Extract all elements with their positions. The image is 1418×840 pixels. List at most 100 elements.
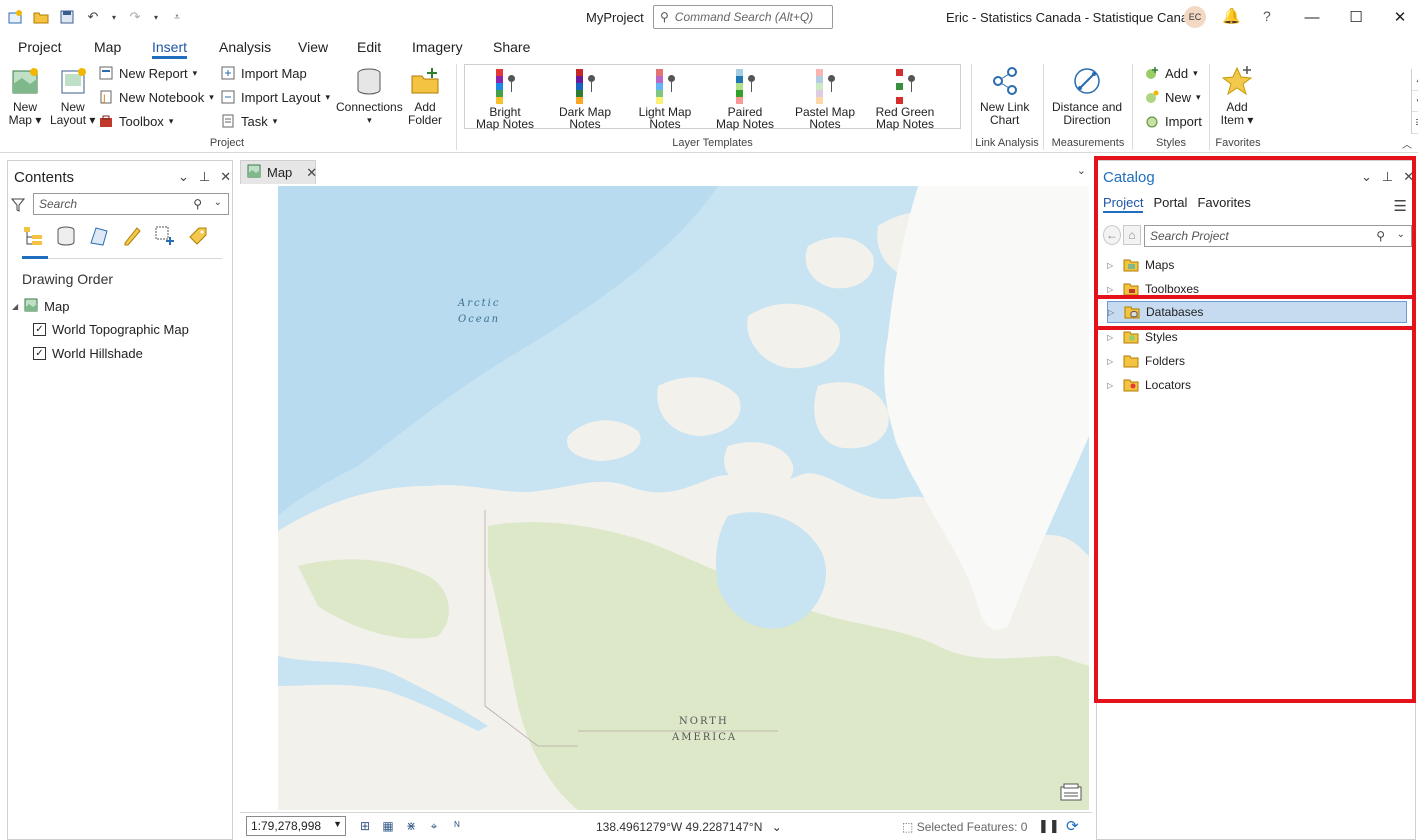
pane-options-chevron-icon[interactable]: ⌄: [1361, 169, 1372, 185]
toolbox-button[interactable]: Toolbox ▾: [98, 113, 173, 129]
new-project-icon[interactable]: [6, 8, 24, 26]
import-layout-button[interactable]: Import Layout ▾: [220, 89, 330, 105]
styles-new-button[interactable]: New ▾: [1144, 89, 1201, 105]
pause-drawing-button[interactable]: ❚❚: [1038, 818, 1060, 834]
new-map-button[interactable]: New Map ▾: [8, 64, 42, 127]
light-map-notes-button[interactable]: Light Map Notes: [625, 69, 705, 130]
layer-row[interactable]: ✓ World Hillshade: [33, 346, 143, 361]
expand-gallery-icon[interactable]: ☰: [1412, 112, 1418, 135]
tab-share[interactable]: Share: [493, 39, 530, 55]
collapse-triangle-icon[interactable]: ◢: [12, 302, 18, 311]
menu-icon[interactable]: ☰: [1394, 197, 1407, 215]
pin-icon[interactable]: ⊥: [1382, 169, 1393, 185]
chevron-down-icon[interactable]: ⌄: [1397, 229, 1405, 240]
gallery-scroller[interactable]: ▲ ▼ ☰: [1411, 69, 1418, 135]
catalog-item-styles[interactable]: ▷ Styles: [1107, 326, 1407, 348]
tab-catalog-favorites[interactable]: Favorites: [1197, 195, 1250, 213]
new-report-button[interactable]: New Report ▾: [98, 65, 197, 81]
filter-icon[interactable]: [10, 197, 26, 216]
add-item-button[interactable]: Add Item ▾: [1220, 64, 1254, 127]
open-project-icon[interactable]: [32, 8, 50, 26]
customize-toolbar-icon[interactable]: ⩡: [168, 8, 186, 26]
expand-triangle-icon[interactable]: ▷: [1107, 381, 1117, 390]
undo-icon[interactable]: ↶: [84, 8, 102, 26]
collapse-ribbon-icon[interactable]: ︿: [1402, 136, 1412, 151]
map-view-tab[interactable]: Map ✕: [240, 160, 317, 184]
expand-triangle-icon[interactable]: ▷: [1107, 333, 1117, 342]
catalog-item-locators[interactable]: ▷ Locators: [1107, 374, 1407, 396]
scroll-down-icon[interactable]: ▼: [1412, 91, 1418, 113]
tab-view[interactable]: View: [298, 39, 328, 55]
close-icon[interactable]: ✕: [306, 165, 317, 181]
new-notebook-button[interactable]: J New Notebook ▾: [98, 89, 214, 105]
catalog-search-input[interactable]: Search Project ⚲ ⌄: [1144, 225, 1412, 247]
tab-catalog-project[interactable]: Project: [1103, 195, 1144, 213]
minimize-button[interactable]: —: [1297, 4, 1327, 30]
styles-add-button[interactable]: Add ▾: [1144, 65, 1198, 81]
save-project-icon[interactable]: [58, 8, 76, 26]
expand-triangle-icon[interactable]: ▷: [1107, 261, 1117, 270]
pin-icon[interactable]: ⊥: [199, 169, 210, 185]
close-window-button[interactable]: ✕: [1385, 4, 1415, 30]
styles-import-button[interactable]: Import: [1144, 113, 1202, 129]
redo-icon[interactable]: ↷: [126, 8, 144, 26]
selected-features-indicator[interactable]: ⬚ Selected Features: 0: [902, 820, 1027, 834]
crosshair-icon[interactable]: ⌖: [426, 818, 442, 834]
map-tree-node[interactable]: ◢ Map: [12, 298, 69, 315]
red-green-map-notes-button[interactable]: Red Green Map Notes: [865, 69, 945, 130]
tab-catalog-portal[interactable]: Portal: [1153, 195, 1187, 213]
search-icon[interactable]: ⚲: [193, 197, 202, 211]
paired-map-notes-button[interactable]: Paired Map Notes: [705, 69, 785, 130]
notification-bell-icon[interactable]: 🔔: [1222, 7, 1241, 25]
chevron-down-icon[interactable]: ▼: [333, 819, 342, 829]
list-by-drawing-order-icon[interactable]: [22, 225, 44, 247]
bright-map-notes-button[interactable]: Bright Map Notes: [465, 69, 545, 130]
add-folder-button[interactable]: Add Folder: [408, 64, 442, 127]
refresh-icon[interactable]: ⟳: [1066, 817, 1079, 835]
new-link-chart-button[interactable]: New Link Chart: [980, 64, 1029, 127]
layer-visibility-checkbox[interactable]: ✓: [33, 347, 46, 360]
tab-edit[interactable]: Edit: [357, 39, 381, 55]
connections-button[interactable]: Connections ▾: [336, 64, 403, 127]
undo-dropdown-icon[interactable]: ▾: [110, 8, 118, 26]
catalog-item-toolboxes[interactable]: ▷ Toolboxes: [1107, 278, 1407, 300]
avatar[interactable]: EC: [1184, 6, 1206, 28]
chevron-down-icon[interactable]: ⌄: [772, 820, 782, 834]
list-by-labeling-icon[interactable]: [187, 225, 209, 247]
list-by-editing-icon[interactable]: [121, 225, 143, 247]
list-by-source-icon[interactable]: [55, 225, 77, 247]
pane-options-chevron-icon[interactable]: ⌄: [178, 169, 189, 185]
tab-analysis[interactable]: Analysis: [219, 39, 271, 55]
list-by-selection-icon[interactable]: [88, 225, 110, 247]
layer-visibility-checkbox[interactable]: ✓: [33, 323, 46, 336]
home-icon[interactable]: ⌂: [1123, 225, 1141, 245]
scroll-up-icon[interactable]: ▲: [1412, 69, 1418, 91]
new-layout-button[interactable]: New Layout ▾: [50, 64, 95, 127]
help-icon[interactable]: ?: [1263, 8, 1271, 24]
list-by-snapping-icon[interactable]: [154, 225, 176, 247]
north-arrow-icon[interactable]: ᴺ: [449, 818, 465, 834]
view-list-chevron-icon[interactable]: ⌄: [1077, 164, 1086, 177]
distance-and-direction-button[interactable]: Distance and Direction: [1052, 64, 1122, 127]
command-search-input[interactable]: ⚲ Command Search (Alt+Q): [653, 5, 833, 29]
search-icon[interactable]: ⚲: [1376, 229, 1385, 243]
grid-icon[interactable]: ▦: [380, 818, 396, 834]
import-map-button[interactable]: Import Map: [220, 65, 307, 81]
snapping-icon[interactable]: ⋇: [403, 818, 419, 834]
back-arrow-icon[interactable]: ←: [1103, 225, 1121, 245]
catalog-item-maps[interactable]: ▷ Maps: [1107, 254, 1407, 276]
tab-map[interactable]: Map: [94, 39, 121, 55]
map-canvas[interactable]: Arctic Ocean NORTH AMERICA: [278, 186, 1089, 810]
tab-insert[interactable]: Insert: [152, 39, 188, 59]
signed-in-user[interactable]: Eric - Statistics Canada - Statistique C…: [946, 10, 1203, 25]
dark-map-notes-button[interactable]: Dark Map Notes: [545, 69, 625, 130]
tab-imagery[interactable]: Imagery: [412, 39, 463, 55]
expand-triangle-icon[interactable]: ▷: [1108, 308, 1118, 317]
contents-search-input[interactable]: Search ⚲ ⌄: [33, 193, 229, 215]
scale-selector[interactable]: 1:79,278,998 ▼: [246, 816, 346, 836]
maximize-button[interactable]: ☐: [1341, 4, 1371, 30]
catalog-item-databases[interactable]: ▷ Databases: [1107, 301, 1407, 323]
close-icon[interactable]: ✕: [1403, 169, 1414, 185]
expand-triangle-icon[interactable]: ▷: [1107, 285, 1117, 294]
pastel-map-notes-button[interactable]: Pastel Map Notes: [785, 69, 865, 130]
